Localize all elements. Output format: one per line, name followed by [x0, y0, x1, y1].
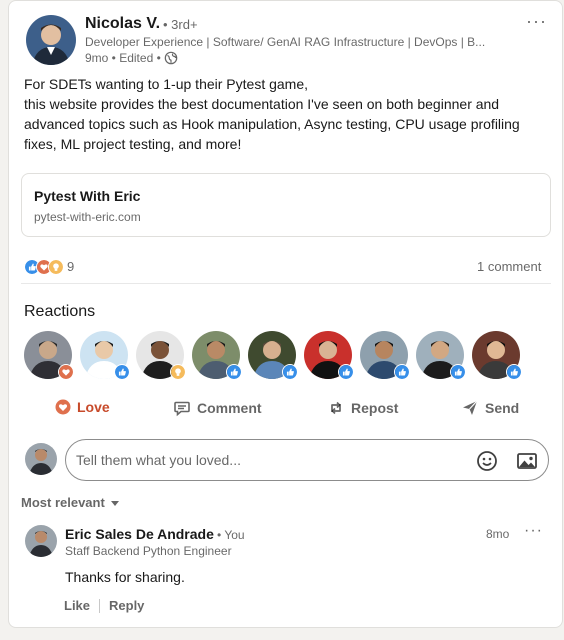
post-meta: 9mo • Edited •	[85, 51, 178, 65]
caret-down-icon	[110, 500, 119, 506]
post-menu-icon[interactable]: ···	[526, 11, 547, 32]
like-reaction-icon	[114, 364, 130, 380]
reaction-count[interactable]: 9	[67, 259, 74, 274]
commenter-name[interactable]: Eric Sales De Andrade	[65, 526, 214, 542]
viewer-avatar	[25, 443, 57, 475]
globe-icon	[164, 51, 178, 65]
like-reaction-icon	[506, 364, 522, 380]
comment-like-button[interactable]: Like	[64, 598, 90, 613]
reactions-heading: Reactions	[24, 303, 96, 320]
love-icon	[55, 399, 71, 415]
comment-composer[interactable]	[65, 439, 549, 481]
like-reaction-icon	[338, 364, 354, 380]
comment-button[interactable]: Comment	[173, 399, 262, 417]
author-headline: Developer Experience | Software/ GenAI R…	[85, 35, 486, 49]
emoji-icon[interactable]	[476, 450, 498, 472]
post-text-line: this website provides the best documenta…	[24, 96, 520, 152]
comment-input[interactable]	[76, 450, 456, 470]
comment-actions: Like Reply	[64, 598, 144, 613]
author-avatar[interactable]	[26, 15, 76, 65]
love-label: Love	[77, 399, 110, 415]
divider	[21, 283, 551, 284]
sort-dropdown[interactable]: Most relevant	[21, 495, 121, 510]
divider	[99, 598, 101, 613]
commenter-headline: Staff Backend Python Engineer	[65, 544, 232, 558]
sort-label: Most relevant	[21, 495, 105, 510]
love-reaction-icon	[58, 364, 74, 380]
love-button[interactable]: Love	[55, 399, 110, 415]
comment-icon	[174, 401, 190, 417]
reactor-avatar[interactable]	[304, 331, 354, 380]
reactor-avatar[interactable]	[24, 331, 74, 380]
repost-button[interactable]: Repost	[327, 399, 398, 417]
post-time: 9mo • Edited •	[85, 51, 161, 65]
comment-count-link[interactable]: 1 comment	[477, 259, 541, 274]
reactor-avatar[interactable]	[416, 331, 466, 380]
connection-degree: • 3rd+	[163, 17, 198, 32]
reaction-summary-icons[interactable]	[24, 258, 64, 276]
send-label: Send	[485, 400, 520, 416]
repost-label: Repost	[351, 400, 399, 416]
author-name[interactable]: Nicolas V.	[85, 15, 160, 33]
like-reaction-icon	[226, 364, 242, 380]
post-card: Nicolas V. • 3rd+ Developer Experience |…	[8, 0, 563, 628]
commenter-avatar[interactable]	[25, 525, 57, 557]
reactor-avatar[interactable]	[192, 331, 242, 380]
send-button[interactable]: Send	[461, 399, 519, 417]
comment-text: Thanks for sharing.	[65, 569, 185, 585]
comment-menu-icon[interactable]: ···	[524, 522, 543, 540]
like-reaction-icon	[450, 364, 466, 380]
repost-icon	[331, 401, 341, 415]
like-reaction-icon	[282, 364, 298, 380]
comment-time: 8mo	[486, 527, 510, 541]
reactor-list	[24, 331, 522, 380]
link-preview-card[interactable]: Pytest With Eric pytest-with-eric.com	[21, 173, 551, 237]
you-label: • You	[217, 528, 245, 542]
reactor-avatar[interactable]	[472, 331, 522, 380]
like-reaction-icon	[394, 364, 410, 380]
post-text-line: For SDETs wanting to 1-up their Pytest g…	[24, 76, 309, 92]
link-domain: pytest-with-eric.com	[34, 210, 141, 224]
action-bar: Love Comment Repost Send	[9, 399, 562, 425]
post-text: For SDETs wanting to 1-up their Pytest g…	[24, 74, 554, 154]
insightful-reaction-icon	[170, 364, 186, 380]
comment-label: Comment	[197, 400, 262, 416]
reactor-avatar[interactable]	[248, 331, 298, 380]
reactor-avatar[interactable]	[360, 331, 410, 380]
send-icon	[463, 400, 478, 415]
link-title[interactable]: Pytest With Eric	[34, 188, 140, 204]
image-icon[interactable]	[516, 450, 538, 472]
comment-reply-button[interactable]: Reply	[109, 598, 144, 613]
insightful-reaction-icon	[48, 259, 64, 275]
reactor-avatar[interactable]	[136, 331, 186, 380]
reactor-avatar[interactable]	[80, 331, 130, 380]
